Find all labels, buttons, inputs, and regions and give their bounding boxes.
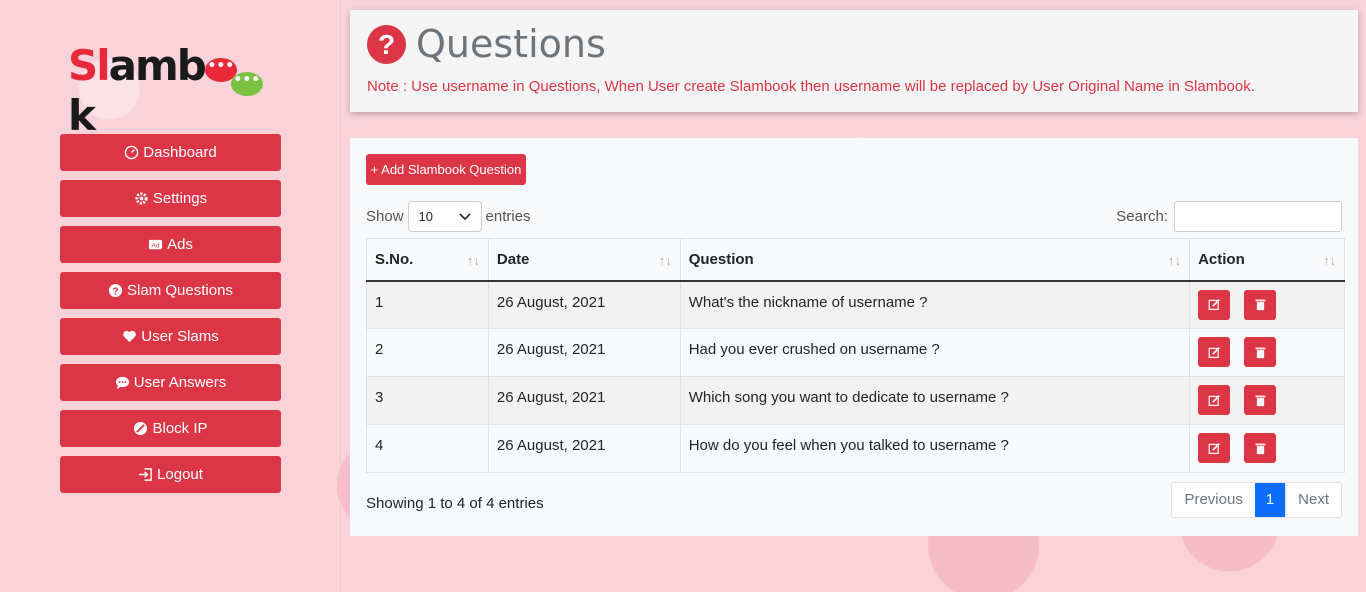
nav-label: Dashboard [143, 144, 217, 161]
edit-button[interactable] [1198, 385, 1231, 415]
delete-button[interactable] [1244, 433, 1277, 463]
sort-icon: ↑↓ [1323, 253, 1336, 268]
entries-label: entries [485, 208, 531, 225]
table-row: 3 26 August, 2021 Which song you want to… [366, 376, 1345, 425]
sort-icon: ↑↓ [466, 253, 480, 268]
page-title: Questions [416, 22, 606, 66]
chat-bubble-green: ••• [230, 72, 263, 96]
nav-label: Ads [167, 236, 193, 253]
nav-slam-questions-button[interactable]: ? Slam Questions [60, 272, 281, 309]
delete-button[interactable] [1244, 289, 1277, 320]
edit-icon [1208, 299, 1220, 310]
cell-question: How do you feel when you talked to usern… [679, 424, 1191, 473]
nav-ads-button[interactable]: Ad Ads [60, 226, 281, 263]
cell-action [1189, 376, 1345, 425]
chat-icon [115, 376, 129, 390]
cell-sno: 4 [366, 424, 489, 473]
cell-question: What's the nickname of username ? [679, 280, 1191, 329]
cell-action [1189, 328, 1345, 377]
block-icon [134, 421, 148, 436]
trash-icon [1255, 347, 1266, 358]
trash-icon [1255, 299, 1266, 311]
sidebar-nav: Dashboard Settings Ad Ads ? Slam Questio… [60, 134, 281, 502]
heart-icon [123, 330, 137, 343]
cell-sno: 1 [366, 280, 489, 329]
table-row: 1 26 August, 2021 What's the nickname of… [366, 280, 1345, 329]
column-header-sno[interactable]: S.No. ↑↓ [366, 238, 489, 282]
gauge-icon [125, 145, 139, 160]
nav-label: Block IP [152, 420, 208, 437]
previous-page-button[interactable]: Previous [1172, 483, 1254, 517]
edit-icon [1208, 394, 1220, 406]
nav-user-answers-button[interactable]: User Answers [60, 364, 281, 401]
nav-block-ip-button[interactable]: Block IP [60, 410, 281, 447]
cell-date: 26 August, 2021 [487, 280, 681, 329]
question-circle-icon: ? [367, 25, 406, 64]
cell-action [1189, 424, 1345, 473]
edit-icon [1208, 346, 1220, 358]
entries-control: Show 10 entries [366, 201, 531, 232]
nav-dashboard-button[interactable]: Dashboard [60, 134, 281, 171]
entries-value: 10 [418, 209, 433, 224]
logout-icon [138, 468, 152, 481]
trash-icon [1255, 395, 1266, 406]
pagination: Previous 1 Next [1171, 482, 1342, 518]
edit-button[interactable] [1198, 433, 1231, 463]
nav-label: Slam Questions [127, 282, 233, 299]
svg-text:Ad: Ad [152, 242, 160, 249]
cell-sno: 3 [366, 376, 489, 425]
cell-date: 26 August, 2021 [487, 424, 681, 473]
nav-logout-button[interactable]: Logout [60, 456, 281, 493]
table-info: Showing 1 to 4 of 4 entries [366, 495, 544, 512]
column-header-date[interactable]: Date ↑↓ [487, 238, 681, 282]
sort-icon: ↑↓ [1168, 253, 1182, 268]
questions-table-card: + Add Slambook Question Show 10 entries … [350, 138, 1358, 536]
nav-label: User Slams [141, 328, 219, 345]
search-control: Search: [1116, 201, 1342, 232]
questions-table: S.No. ↑↓ Date ↑↓ Question ↑↓ Action ↑↓ 1 26 … [366, 238, 1345, 473]
next-page-button[interactable]: Next [1285, 483, 1341, 517]
slambook-logo[interactable]: Slamb ••••••k [68, 42, 273, 140]
table-header-row: S.No. ↑↓ Date ↑↓ Question ↑↓ Action ↑↓ [366, 238, 1345, 282]
delete-button[interactable] [1244, 385, 1277, 415]
cell-sno: 2 [366, 328, 489, 377]
trash-icon [1255, 443, 1266, 454]
gear-icon [135, 192, 148, 205]
nav-settings-button[interactable]: Settings [60, 180, 281, 217]
sort-icon: ↑↓ [658, 253, 672, 268]
nav-label: Logout [157, 466, 203, 483]
delete-button[interactable] [1244, 337, 1277, 367]
edit-button[interactable] [1198, 337, 1231, 367]
search-input[interactable] [1174, 201, 1342, 232]
table-row: 2 26 August, 2021 Had you ever crushed o… [366, 328, 1345, 377]
add-question-button[interactable]: + Add Slambook Question [366, 154, 526, 185]
chevron-down-icon [458, 212, 471, 220]
edit-icon [1208, 442, 1220, 454]
page-1-button[interactable]: 1 [1254, 483, 1286, 517]
cell-date: 26 August, 2021 [487, 376, 681, 425]
ad-icon: Ad [149, 239, 163, 249]
question-circle-icon: ? [108, 283, 123, 297]
table-row: 4 26 August, 2021 How do you feel when y… [366, 424, 1345, 473]
search-label: Search: [1116, 208, 1168, 225]
cell-date: 26 August, 2021 [487, 328, 681, 377]
cell-action [1189, 280, 1345, 329]
svg-text:?: ? [112, 286, 118, 297]
column-header-question[interactable]: Question ↑↓ [679, 238, 1191, 282]
edit-button[interactable] [1198, 289, 1231, 320]
sidebar: Slamb ••••••k Dashboard Settings Ad Ads ?… [0, 0, 341, 592]
nav-user-slams-button[interactable]: User Slams [60, 318, 281, 355]
column-header-action[interactable]: Action ↑↓ [1189, 238, 1345, 282]
show-label: Show [366, 208, 404, 225]
cell-question: Which song you want to dedicate to usern… [679, 376, 1191, 425]
page-note: Note : Use username in Questions, When U… [367, 78, 1255, 95]
entries-select[interactable]: 10 [407, 201, 482, 232]
nav-label: Settings [152, 190, 208, 207]
cell-question: Had you ever crushed on username ? [679, 328, 1191, 377]
nav-label: User Answers [133, 374, 227, 391]
page-header-card: ? Questions Note : Use username in Quest… [350, 10, 1358, 112]
